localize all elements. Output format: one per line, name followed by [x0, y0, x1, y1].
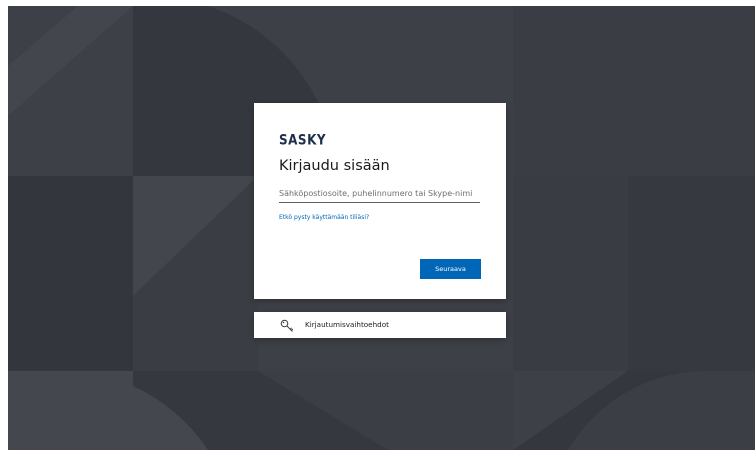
- signin-options-label: Kirjautumisvaihtoehdot: [305, 320, 389, 329]
- signin-options-button[interactable]: Kirjautumisvaihtoehdot: [254, 312, 506, 338]
- cant-access-account-link[interactable]: Etkö pysty käyttämään tiliäsi?: [279, 214, 369, 221]
- page-title: Kirjaudu sisään: [279, 158, 390, 174]
- signin-card: SASKY Kirjaudu sisään Etkö pysty käyttäm…: [254, 103, 506, 299]
- key-icon: [280, 318, 294, 332]
- email-input[interactable]: [279, 185, 480, 203]
- brand-logo: SASKY: [279, 132, 327, 149]
- next-button[interactable]: Seuraava: [420, 259, 481, 279]
